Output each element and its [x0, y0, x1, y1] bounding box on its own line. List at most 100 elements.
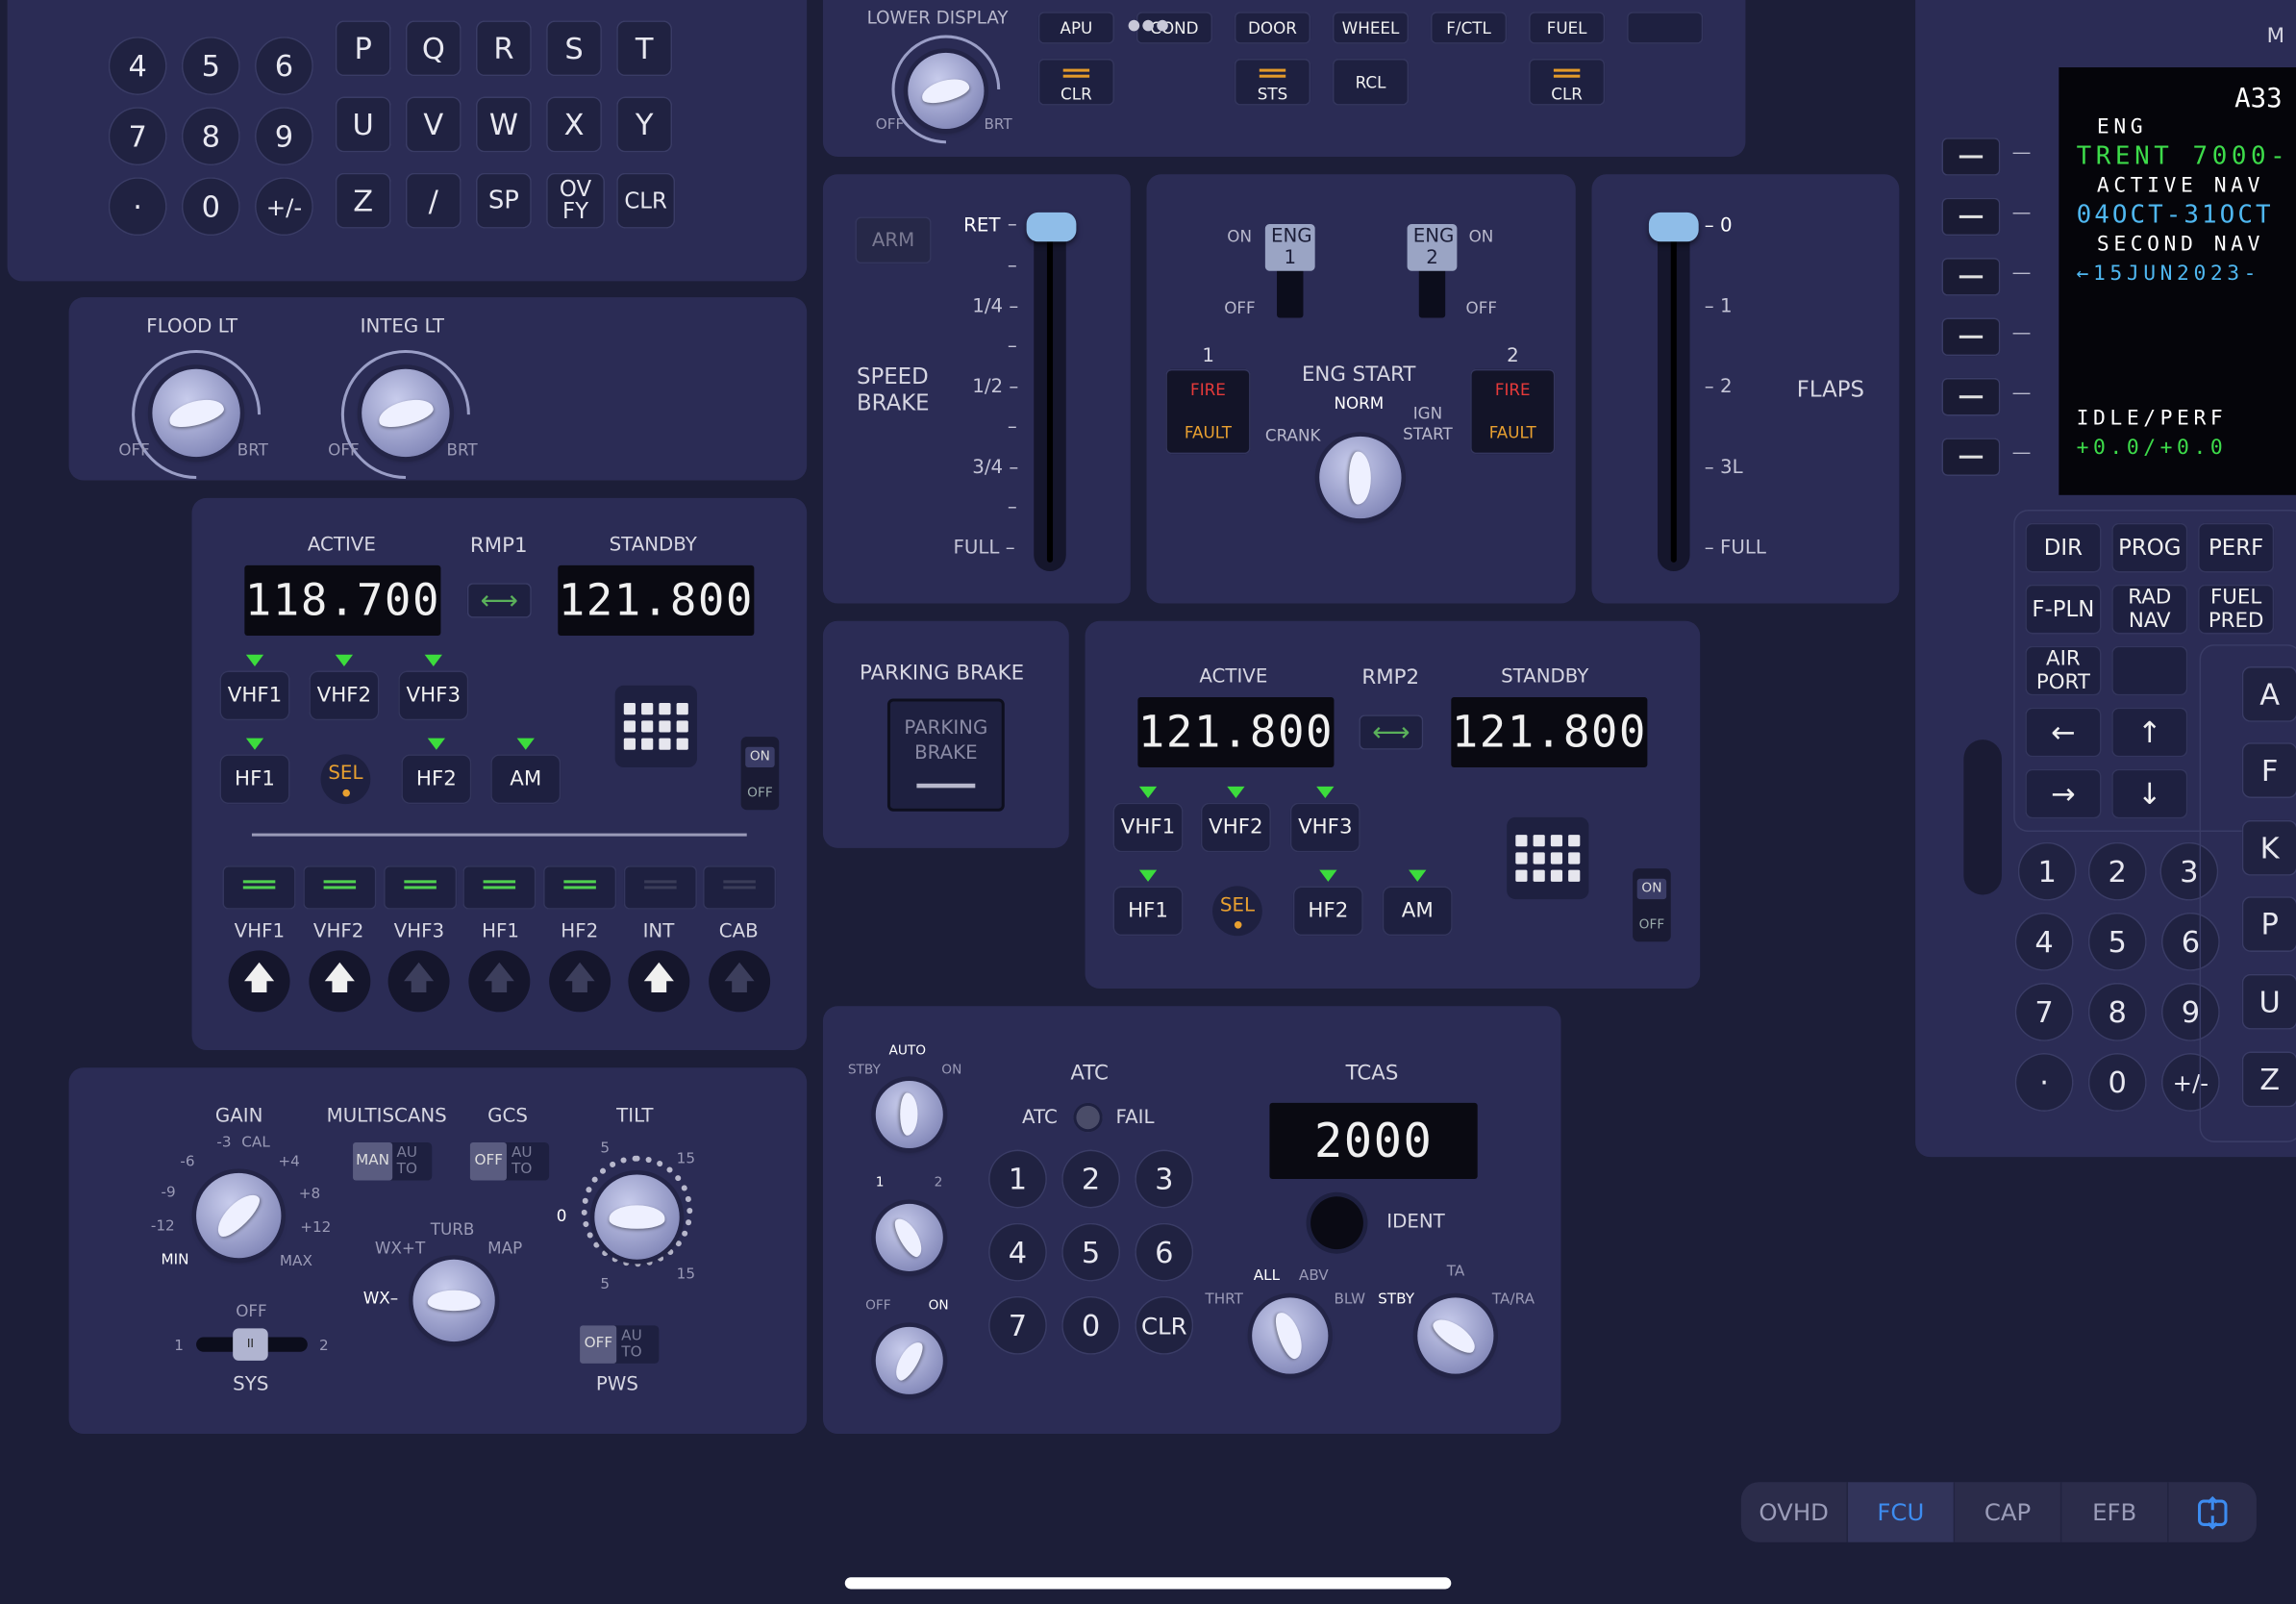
wx-gcs-switch[interactable]: OFF AU TO [469, 1141, 550, 1181]
rmp1-hf1-button[interactable]: HF1 [219, 754, 290, 805]
key-8[interactable]: 8 [181, 107, 240, 166]
key-r[interactable]: R [475, 20, 532, 77]
lsk-5[interactable] [1941, 377, 2001, 416]
integ-lt-knob[interactable] [362, 368, 450, 458]
key-y[interactable]: Y [616, 96, 673, 153]
rmp1-hf2-button[interactable]: HF2 [401, 754, 472, 805]
atc-key-4[interactable]: 4 [988, 1222, 1047, 1282]
ecam-clr2-button[interactable]: CLR [1529, 58, 1606, 106]
rmp2-vhf2-button[interactable]: VHF2 [1200, 802, 1271, 853]
lsk-1[interactable] [1941, 138, 2001, 176]
rmp1-transfer-button[interactable]: ⟷ [466, 583, 532, 618]
rmp1-am-button[interactable]: AM [490, 754, 562, 805]
rmp1-vhf2-button[interactable]: VHF2 [309, 670, 380, 721]
eng-mode-selector[interactable] [1319, 436, 1402, 519]
acp-hf1-volume-arrow-icon[interactable]: 🡅 [468, 950, 531, 1013]
atc-key-7[interactable]: 7 [988, 1295, 1047, 1355]
mcdu-up-arrow-icon[interactable]: ↑ [2111, 707, 2188, 758]
speed-brake-handle[interactable] [1026, 212, 1077, 242]
atc-key-5[interactable]: 5 [1061, 1222, 1121, 1282]
key-u[interactable]: U [335, 96, 391, 153]
key-v[interactable]: V [405, 96, 462, 153]
mcdu-brightness-slot[interactable] [1963, 739, 2002, 895]
eng2-master-switch[interactable]: ENG 2 [1407, 224, 1458, 318]
key-6[interactable]: 6 [255, 37, 313, 95]
ecam-apu-button[interactable]: APU [1037, 12, 1115, 44]
ecam-clr1-button[interactable]: CLR [1037, 58, 1115, 106]
acp-hf2-volume-arrow-icon[interactable]: 🡅 [549, 950, 611, 1013]
eng1-fire-fault-button[interactable]: FIRE FAULT [1165, 368, 1251, 455]
key-plusminus[interactable]: +/- [255, 177, 313, 237]
alt-rptg-knob[interactable] [875, 1326, 943, 1394]
acp-hf2-key[interactable] [543, 865, 617, 910]
tcas-mode-knob[interactable] [1417, 1297, 1494, 1374]
rmp2-am-button[interactable]: AM [1382, 886, 1453, 937]
mcdu-perf-key[interactable]: PERF [2198, 522, 2275, 573]
acp-hf1-key[interactable] [462, 865, 537, 910]
ecam-sts-button[interactable]: STS [1234, 58, 1311, 106]
rmp2-keypad-grid-icon[interactable] [1507, 816, 1589, 900]
key-7[interactable]: 7 [108, 107, 167, 166]
wx-multiscan-switch[interactable]: MAN AU TO [353, 1141, 433, 1181]
mcdu-dir-key[interactable]: DIR [2025, 522, 2102, 573]
atc-key-clr[interactable]: CLR [1135, 1295, 1194, 1355]
atc-key-1[interactable]: 1 [988, 1149, 1047, 1209]
flaps-handle[interactable] [1648, 212, 1699, 242]
speed-brake-arm-button[interactable]: ARM [855, 216, 932, 264]
wx-sys-switch[interactable]: II [196, 1328, 308, 1361]
rmp2-hf1-button[interactable]: HF1 [1112, 886, 1184, 937]
tcas-traffic-knob[interactable] [1252, 1297, 1329, 1374]
mcdu-key-4[interactable]: 4 [2014, 912, 2074, 971]
key-p[interactable]: P [335, 20, 391, 77]
key-0[interactable]: 0 [181, 177, 240, 237]
key-4[interactable]: 4 [108, 37, 167, 95]
key-ovfy[interactable]: OV FY [546, 172, 605, 229]
atc-key-0[interactable]: 0 [1061, 1295, 1121, 1355]
key-slash[interactable]: / [405, 172, 462, 229]
key-sp[interactable]: SP [475, 172, 532, 229]
atc-key-2[interactable]: 2 [1061, 1149, 1121, 1209]
wx-tilt-knob[interactable] [594, 1174, 680, 1260]
lsk-4[interactable] [1941, 317, 2001, 357]
acp-vhf2-key[interactable] [303, 865, 377, 910]
mcdu-key-u[interactable]: U [2241, 973, 2296, 1030]
key-9[interactable]: 9 [255, 107, 313, 166]
mcdu-key-7[interactable]: 7 [2014, 982, 2074, 1041]
acp-cab-key[interactable] [703, 865, 777, 910]
key-5[interactable]: 5 [181, 37, 240, 95]
flood-lt-knob[interactable] [152, 368, 240, 458]
mcdu-key-5[interactable]: 5 [2087, 912, 2147, 971]
mcdu-fuelpred-key[interactable]: FUEL PRED [2198, 584, 2275, 635]
atc-key-6[interactable]: 6 [1135, 1222, 1194, 1282]
key-dot[interactable]: · [108, 177, 167, 237]
tab-efb[interactable]: EFB [2061, 1482, 2169, 1542]
acp-vhf1-key[interactable] [222, 865, 296, 910]
mcdu-next-arrow-icon[interactable]: → [2025, 768, 2102, 819]
acp-vhf3-key[interactable] [384, 865, 458, 910]
key-z[interactable]: Z [335, 172, 391, 229]
rmp2-hf2-button[interactable]: HF2 [1292, 886, 1363, 937]
wx-mode-knob[interactable] [412, 1259, 495, 1342]
rmp1-vhf1-button[interactable]: VHF1 [219, 670, 290, 721]
mcdu-fpln-key[interactable]: F-PLN [2025, 584, 2102, 635]
ecam-fuel-button[interactable]: FUEL [1529, 12, 1606, 44]
rmp2-power-switch[interactable]: ON OFF [1633, 868, 1671, 942]
mcdu-blank-key[interactable] [2111, 645, 2188, 696]
view-switch-icon[interactable] [2169, 1482, 2257, 1541]
wx-gain-knob[interactable] [196, 1172, 282, 1259]
mcdu-key-p[interactable]: P [2241, 896, 2296, 952]
key-x[interactable]: X [546, 96, 602, 153]
lsk-2[interactable] [1941, 197, 2001, 237]
mcdu-key-2[interactable]: 2 [2087, 841, 2147, 901]
ecam-fctl-button[interactable]: F/CTL [1430, 12, 1508, 44]
mcdu-key-0[interactable]: 0 [2087, 1053, 2147, 1112]
acp-int-key[interactable] [623, 865, 697, 910]
mcdu-prev-arrow-icon[interactable]: ← [2025, 707, 2102, 758]
key-s[interactable]: S [546, 20, 602, 77]
ecam-wheel-button[interactable]: WHEEL [1332, 12, 1410, 44]
key-clr[interactable]: CLR [616, 172, 676, 229]
mcdu-key-1[interactable]: 1 [2017, 841, 2077, 901]
rmp2-vhf3-button[interactable]: VHF3 [1289, 802, 1360, 853]
lsk-3[interactable] [1941, 258, 2001, 296]
mcdu-key-f[interactable]: F [2241, 742, 2296, 799]
